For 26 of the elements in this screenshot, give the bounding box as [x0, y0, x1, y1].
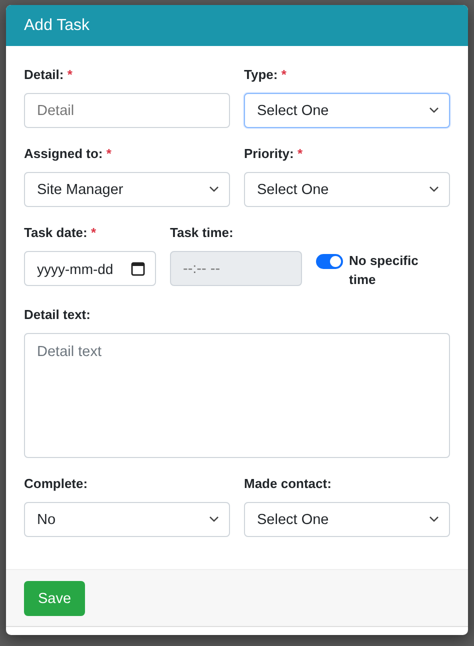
chevron-down-icon	[429, 516, 439, 523]
dropdown[interactable]: Select One	[244, 172, 450, 207]
field-label: Detail text:	[24, 306, 92, 324]
dropdown[interactable]: No	[24, 502, 230, 537]
dropdown[interactable]: Select One	[244, 93, 450, 128]
field-label: Assigned to: *	[24, 145, 112, 163]
field-label: Complete:	[24, 475, 89, 493]
field-label: Type: *	[244, 66, 288, 84]
chevron-down-icon	[209, 516, 219, 523]
field-label: Priority: *	[244, 145, 304, 163]
textarea-field[interactable]: Detail text	[24, 333, 450, 458]
date-field[interactable]: yyyy-mm-dd	[24, 251, 156, 286]
modal-title: Add Task	[24, 16, 90, 34]
calendar-icon[interactable]	[131, 261, 145, 276]
chevron-down-icon	[429, 186, 439, 193]
chevron-down-icon	[429, 107, 439, 114]
field-label: Made contact:	[244, 475, 332, 493]
dropdown[interactable]: Select One	[244, 502, 450, 537]
toggle-switch[interactable]	[316, 254, 343, 269]
chevron-down-icon	[209, 186, 219, 193]
field-label: Task time:	[170, 224, 234, 242]
text-field[interactable]: Detail	[24, 93, 230, 128]
dropdown[interactable]: Site Manager	[24, 172, 230, 207]
field-label: Task date: *	[24, 224, 98, 242]
field-label: Detail: *	[24, 66, 74, 84]
toggle-label: No specific time	[349, 252, 420, 289]
